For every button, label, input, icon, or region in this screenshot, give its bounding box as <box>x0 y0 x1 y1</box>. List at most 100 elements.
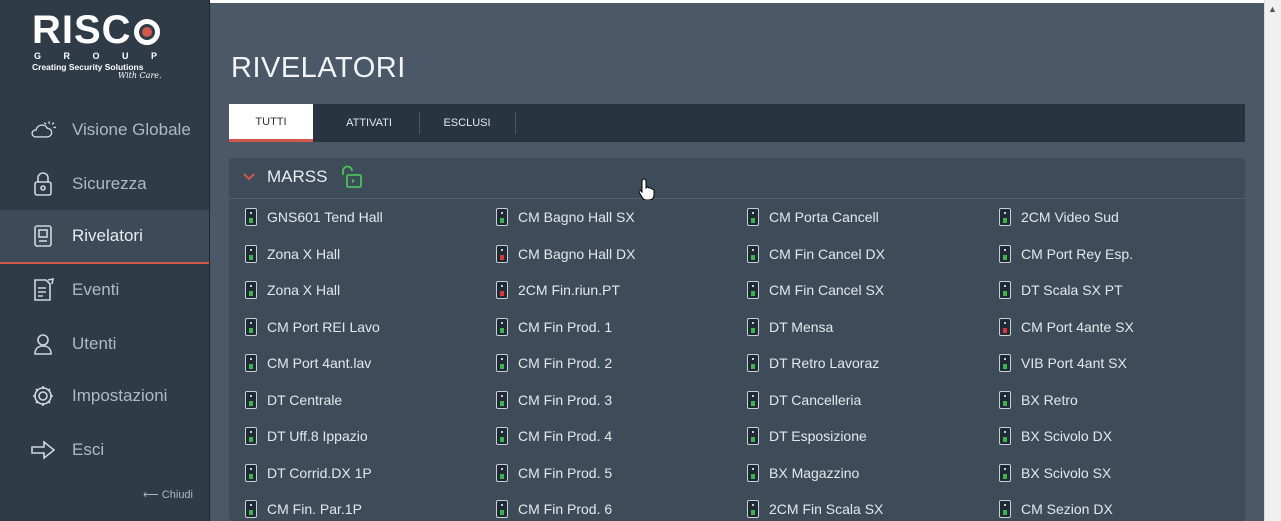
sidebar-item-visione-globale[interactable]: Visione Globale <box>0 104 209 156</box>
sidebar-item-impostazioni[interactable]: Impostazioni <box>0 370 209 422</box>
detector-item[interactable]: CM Sezion DX <box>999 498 1113 520</box>
detector-label: CM Bagno Hall DX <box>518 245 636 262</box>
detector-status-icon <box>496 354 508 372</box>
detector-label: CM Fin Prod. 5 <box>518 464 613 481</box>
detector-dot <box>250 248 252 251</box>
detector-led <box>751 327 755 333</box>
detector-label: BX Scivolo DX <box>1021 428 1113 444</box>
detector-item[interactable]: Zona X Hall <box>245 279 340 301</box>
detector-item[interactable]: BX Magazzino <box>747 462 859 484</box>
detector-item[interactable]: CM Fin Prod. 2 <box>496 352 612 374</box>
detector-label: DT Uff.8 Ippazio <box>267 428 368 444</box>
detector-item[interactable]: DT Retro Lavoraz <box>747 352 879 374</box>
detector-item[interactable]: 2CM Fin.riun.PT <box>496 279 620 301</box>
sidebar-item-rivelatori[interactable]: Rivelatori <box>0 210 209 264</box>
detector-led <box>751 218 755 223</box>
detector-status-icon <box>999 208 1011 226</box>
detector-label: CM Fin Cancel SX <box>769 282 885 298</box>
detector-item[interactable]: GNS601 Tend Hall <box>245 206 383 228</box>
detector-dot <box>250 285 252 287</box>
detector-item[interactable]: CM Fin Cancel SX <box>747 279 884 301</box>
group-header[interactable]: MARSS <box>229 158 1245 199</box>
sidebar-item-sicurezza[interactable]: Sicurezza <box>0 158 209 210</box>
close-sidebar-link[interactable]: ⟵ Chiudi <box>143 488 193 501</box>
detector-item[interactable]: 2CM Video Sud <box>999 206 1119 228</box>
detector-dot <box>1004 285 1006 287</box>
detector-item[interactable]: 2CM Fin Scala SX <box>747 498 883 520</box>
scrollbar[interactable]: ▲ <box>1264 0 1281 521</box>
tab-esclusi[interactable]: ESCLUSI <box>421 104 513 142</box>
detector-status-icon <box>747 390 759 409</box>
page-title: RIVELATORI <box>231 52 406 84</box>
detector-led <box>1003 218 1007 223</box>
sidebar-item-label: Rivelatori <box>72 226 143 245</box>
detector-status-icon <box>747 208 759 226</box>
detector-item[interactable]: Zona X Hall <box>245 243 340 265</box>
detector-item[interactable]: CM Fin Prod. 5 <box>496 462 612 484</box>
detector-item[interactable]: CM Port 4ante SX <box>999 316 1134 338</box>
exit-arrow-icon <box>30 437 56 463</box>
detector-dot <box>752 285 754 287</box>
detector-item[interactable]: BX Scivolo SX <box>999 462 1111 484</box>
detector-item[interactable]: DT Mensa <box>747 316 833 338</box>
detector-status-icon <box>245 427 257 445</box>
tab-attivati[interactable]: ATTIVATI <box>321 104 417 142</box>
detector-label: CM Fin Prod. 2 <box>518 355 613 371</box>
detector-led <box>249 364 253 369</box>
detector-status-icon <box>245 354 257 372</box>
detector-led <box>751 291 755 296</box>
detector-led <box>1003 510 1007 515</box>
detector-item[interactable]: DT Corrid.DX 1P <box>245 462 372 484</box>
tab-tutti[interactable]: TUTTI <box>229 104 313 142</box>
detector-item[interactable]: VIB Port 4ant SX <box>999 352 1127 374</box>
chevron-down-icon[interactable] <box>243 169 255 185</box>
detector-item[interactable]: CM Bagno Hall SX <box>496 206 635 228</box>
sidebar-item-label: Eventi <box>72 280 120 299</box>
detector-item[interactable]: CM Porta Cancell <box>747 206 879 228</box>
detector-led <box>751 473 755 479</box>
tab-divider <box>515 112 516 134</box>
detector-item[interactable]: DT Uff.8 Ippazio <box>245 425 368 447</box>
detector-item[interactable]: CM Fin Cancel DX <box>747 243 885 265</box>
detector-status-icon <box>245 208 257 226</box>
gear-icon <box>30 383 56 409</box>
sidebar-item-eventi[interactable]: Eventi <box>0 264 209 316</box>
detector-item[interactable]: CM Port Rey Esp. <box>999 243 1133 265</box>
detector-label: CM Fin. Par.1P <box>267 501 362 517</box>
detector-item[interactable]: CM Fin Prod. 3 <box>496 389 612 411</box>
detector-item[interactable]: DT Centrale <box>245 389 342 411</box>
sidebar: RISC G R O U P Creating Security Solutio… <box>0 0 210 521</box>
sidebar-item-utenti[interactable]: Utenti <box>0 318 209 370</box>
sidebar-item-esci[interactable]: Esci <box>0 424 209 476</box>
detector-item[interactable]: DT Scala SX PT <box>999 279 1123 301</box>
detector-item[interactable]: DT Cancelleria <box>747 389 861 411</box>
detector-status-icon <box>496 427 508 445</box>
detector-status-icon <box>496 244 508 263</box>
sidebar-item-label: Impostazioni <box>72 386 168 405</box>
detector-item[interactable]: CM Port 4ant.lav <box>245 352 371 374</box>
detector-led <box>500 254 504 260</box>
scroll-up-icon[interactable]: ▲ <box>1268 4 1277 14</box>
detector-dot <box>1004 248 1006 251</box>
detector-item[interactable]: CM Port REI Lavo <box>245 316 380 338</box>
detector-item[interactable]: CM Fin Prod. 1 <box>496 316 612 338</box>
detector-item[interactable]: CM Bagno Hall DX <box>496 243 636 265</box>
detector-item[interactable]: DT Esposizione <box>747 425 867 447</box>
detector-status-icon <box>747 281 759 299</box>
detector-dot <box>1004 394 1006 397</box>
detector-item[interactable]: CM Fin. Par.1P <box>245 498 362 520</box>
detector-status-icon <box>999 317 1011 336</box>
detector-status-icon <box>245 463 257 482</box>
detector-item[interactable]: CM Fin Prod. 6 <box>496 498 612 520</box>
detector-dot <box>1004 467 1006 470</box>
logo-group: G R O U P <box>34 51 168 61</box>
detector-item[interactable]: BX Scivolo DX <box>999 425 1112 447</box>
detector-dot <box>250 467 252 470</box>
detector-led <box>751 364 755 369</box>
tab-divider <box>419 112 420 134</box>
detector-dot <box>501 394 503 397</box>
detector-item[interactable]: CM Fin Prod. 4 <box>496 425 612 447</box>
detector-item[interactable]: BX Retro <box>999 389 1078 411</box>
main-content: RIVELATORI TUTTI ATTIVATI ESCLUSI MARSS … <box>209 0 1265 521</box>
detector-status-icon <box>496 208 508 226</box>
